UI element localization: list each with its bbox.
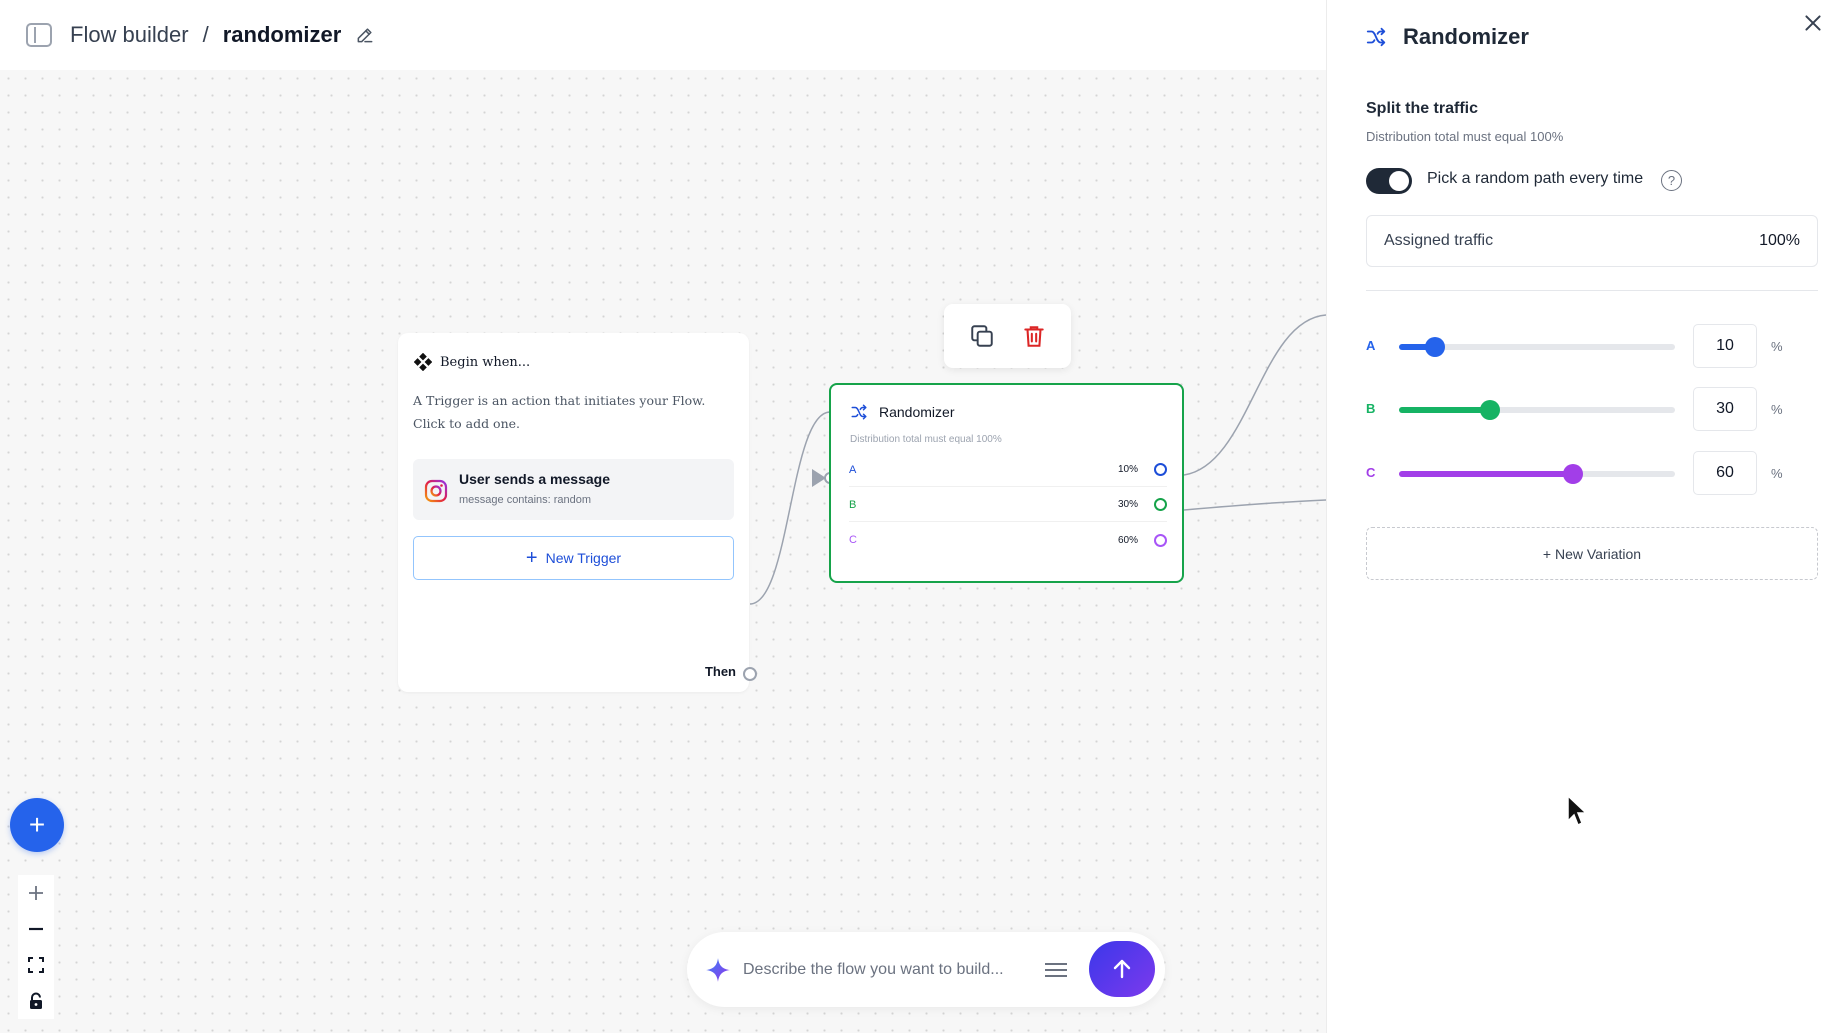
variation-row-b: B % <box>1366 387 1818 431</box>
fit-view-icon <box>28 957 44 973</box>
zoom-in-icon <box>29 886 43 900</box>
delete-button[interactable] <box>1019 321 1049 351</box>
percent-sign: % <box>1771 466 1783 481</box>
output-handle-c[interactable] <box>1154 533 1167 547</box>
breadcrumb-root[interactable]: Flow builder <box>70 22 189 48</box>
prompt-input[interactable] <box>743 960 1033 979</box>
plus-icon: + <box>525 547 538 569</box>
trigger-node[interactable]: Begin when... A Trigger is an action tha… <box>398 333 749 692</box>
zoom-out-button[interactable] <box>18 911 54 947</box>
percent-sign: % <box>1771 339 1783 354</box>
new-trigger-button[interactable]: + New Trigger <box>413 536 734 580</box>
flow-canvas[interactable]: Begin when... A Trigger is an action tha… <box>0 70 1326 1033</box>
edit-pencil-icon[interactable] <box>355 25 375 45</box>
trigger-title: User sends a message <box>459 471 610 487</box>
divider <box>1366 290 1818 291</box>
add-node-button[interactable]: + <box>10 798 64 852</box>
lock-icon <box>30 992 42 1009</box>
menu-icon[interactable] <box>1045 961 1067 979</box>
flow-name: randomizer <box>222 22 342 47</box>
random-path-toggle[interactable] <box>1366 168 1412 194</box>
trigger-item[interactable]: User sends a message message contains: r… <box>413 459 734 520</box>
then-label: Then <box>704 664 736 679</box>
trigger-description: A Trigger is an action that initiates yo… <box>413 393 706 431</box>
randomizer-node[interactable]: Randomizer Distribution total must equal… <box>829 383 1184 583</box>
row-percent: 30% <box>1117 499 1138 510</box>
row-label: B <box>849 498 857 511</box>
fit-view-button[interactable] <box>18 947 54 983</box>
instagram-icon <box>424 479 448 503</box>
section-title: Split the traffic <box>1366 100 1479 117</box>
row-label: C <box>849 534 857 546</box>
assigned-traffic-label: Assigned traffic <box>1384 232 1494 249</box>
diamond-grid-icon <box>414 353 432 371</box>
zoom-in-button[interactable] <box>18 875 54 911</box>
variation-row-a: A % <box>1366 324 1818 368</box>
randomizer-row-c: C 60% <box>849 523 1167 557</box>
mouse-cursor-icon <box>1567 794 1588 827</box>
randomizer-row-b: B 30% <box>849 488 1167 522</box>
slider-fill <box>1399 407 1491 413</box>
plus-icon: + <box>28 809 46 840</box>
row-percent: 10% <box>1117 464 1138 475</box>
shuffle-icon <box>851 404 867 420</box>
top-header: Flow builder / randomizer <box>0 0 1326 70</box>
then-connector-handle[interactable] <box>743 667 757 681</box>
panel-header: Randomizer <box>1363 24 1529 50</box>
zoom-out-icon <box>29 927 43 931</box>
slider-thumb[interactable] <box>1424 337 1445 357</box>
trigger-subtitle: message contains: random <box>459 494 592 506</box>
variation-slider-a[interactable] <box>1399 337 1675 357</box>
trash-icon <box>1023 326 1044 347</box>
shuffle-icon <box>1366 27 1386 47</box>
panel-title: Randomizer <box>1403 24 1529 49</box>
trigger-heading-text: Begin when... <box>440 354 531 370</box>
lock-button[interactable] <box>18 983 54 1019</box>
help-icon[interactable]: ? <box>1661 170 1682 191</box>
variation-label: A <box>1366 338 1376 353</box>
output-handle-a[interactable] <box>1154 463 1167 476</box>
randomizer-node-title-text: Randomizer <box>879 404 955 420</box>
slider-fill <box>1399 471 1573 477</box>
trigger-heading: Begin when... <box>414 353 530 371</box>
randomizer-node-title: Randomizer <box>849 403 954 421</box>
variation-input-b[interactable] <box>1693 387 1757 431</box>
variation-input-c[interactable] <box>1693 451 1757 495</box>
variation-slider-c[interactable] <box>1399 464 1675 484</box>
randomizer-node-subtitle: Distribution total must equal 100% <box>850 434 1002 445</box>
percent-sign: % <box>1771 402 1783 417</box>
output-handle-b[interactable] <box>1154 498 1167 511</box>
send-button[interactable] <box>1089 941 1155 997</box>
variation-row-c: C % <box>1366 451 1818 495</box>
variation-label: C <box>1366 465 1376 480</box>
toggle-label: Pick a random path every time <box>1427 170 1644 187</box>
slider-thumb[interactable] <box>1562 464 1583 484</box>
section-subtitle: Distribution total must equal 100% <box>1366 129 1564 144</box>
randomizer-row-a: A 10% <box>849 453 1167 487</box>
row-percent: 60% <box>1117 534 1138 546</box>
new-trigger-label: New Trigger <box>545 550 622 566</box>
ai-prompt-bar <box>687 932 1165 1007</box>
breadcrumb-separator: / <box>202 22 209 47</box>
variation-slider-b[interactable] <box>1399 400 1675 420</box>
new-variation-button[interactable]: + New Variation <box>1366 527 1818 580</box>
node-toolbar <box>944 304 1071 368</box>
sparkle-icon <box>706 957 730 982</box>
assigned-traffic-value: 100% <box>1759 232 1800 249</box>
variation-input-a[interactable] <box>1693 324 1757 368</box>
randomizer-settings-panel: Randomizer Split the traffic Distributio… <box>1326 0 1834 1033</box>
sidebar-toggle-icon[interactable] <box>26 23 52 47</box>
row-label: A <box>849 463 857 476</box>
duplicate-button[interactable] <box>967 321 997 351</box>
slider-thumb[interactable] <box>1480 400 1501 420</box>
copy-icon <box>970 325 993 347</box>
variation-label: B <box>1366 401 1376 416</box>
zoom-controls <box>18 875 54 1019</box>
assigned-traffic-box: Assigned traffic 100% <box>1366 215 1818 267</box>
close-icon[interactable] <box>1802 12 1824 34</box>
arrow-up-icon <box>1113 959 1131 979</box>
